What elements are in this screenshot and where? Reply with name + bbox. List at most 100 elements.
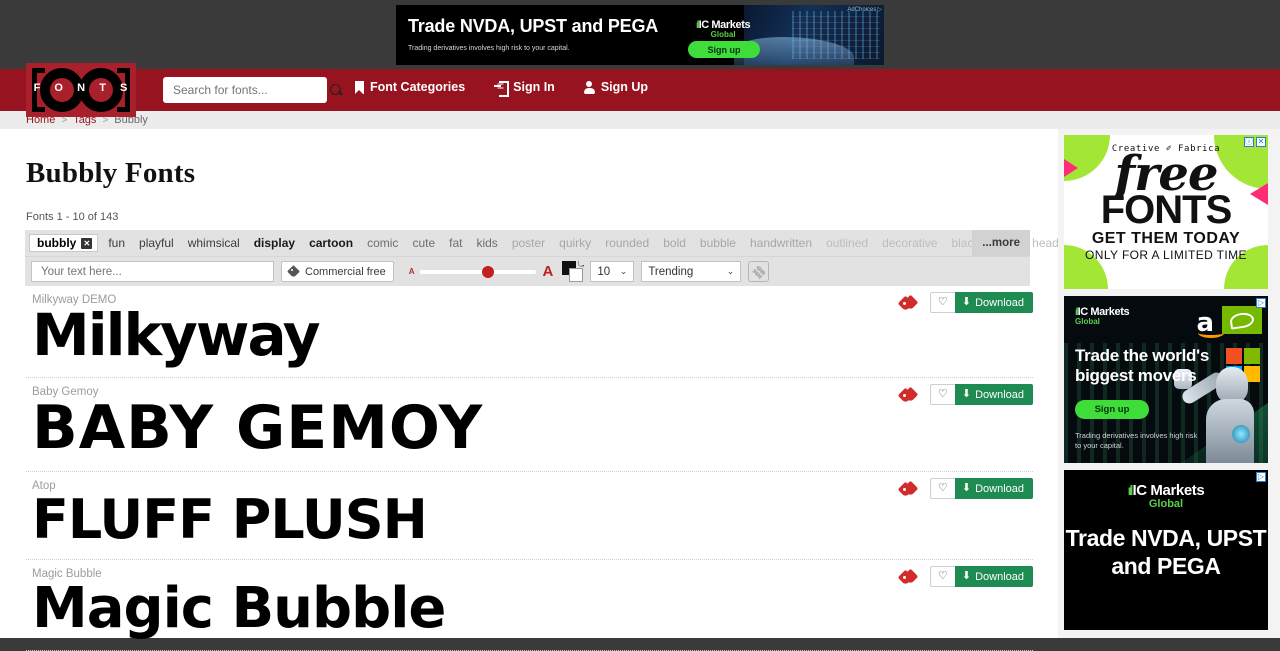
download-button[interactable]: ⬇ Download: [954, 478, 1033, 500]
ad-signup-button[interactable]: Sign up: [1075, 400, 1149, 419]
tag-comic[interactable]: comic: [360, 234, 405, 252]
chevron-down-icon: ⌄: [619, 266, 628, 276]
ad-close-icon[interactable]: ✕: [1256, 137, 1266, 147]
main-content: Bubbly Fonts Fonts 1 - 10 of 143 bubbly …: [0, 129, 1078, 651]
adchoices-badge[interactable]: ▷: [1256, 298, 1266, 308]
font-sample-preview[interactable]: Magic Bubble: [26, 580, 1033, 649]
tag-bubble[interactable]: bubble: [693, 234, 743, 252]
tag-poster[interactable]: poster: [505, 234, 552, 252]
tag-outlined[interactable]: outlined: [819, 234, 875, 252]
per-page-value: 10: [597, 265, 611, 278]
ad-line-limited: ONLY FOR A LIMITED TIME: [1085, 247, 1247, 262]
top-ad-image: [734, 5, 884, 65]
commercial-free-filter[interactable]: Commercial free: [281, 261, 394, 282]
tag-active-bubbly[interactable]: bubbly ✕: [29, 234, 99, 252]
tag-display[interactable]: display: [247, 234, 302, 252]
font-sample-preview[interactable]: Milkyway: [26, 306, 1033, 377]
bookmark-icon: [355, 80, 364, 94]
price-tag-icon: [897, 386, 919, 403]
tag-bold[interactable]: bold: [656, 234, 693, 252]
tag-playful[interactable]: playful: [132, 234, 181, 252]
background-color-swatch[interactable]: [569, 268, 584, 282]
top-ad-disclaimer: Trading derivatives involves high risk t…: [408, 45, 570, 52]
favorite-button[interactable]: ♡: [929, 384, 955, 406]
nav-sign-in[interactable]: Sign In: [494, 80, 555, 97]
page-title: Bubbly Fonts: [26, 157, 196, 189]
tag-whimsical[interactable]: whimsical: [181, 234, 247, 252]
icmarkets-bottom-ad[interactable]: ▷ ılIC Markets Global Trade NVDA, UPST a…: [1064, 470, 1268, 630]
adchoices-badge[interactable]: AdChoices ▷: [847, 6, 882, 14]
download-button[interactable]: ⬇ Download: [954, 384, 1033, 406]
icmarkets-square-ad[interactable]: ▷ ılIC Markets Global a Trade the world'…: [1064, 296, 1268, 463]
nav-font-categories[interactable]: Font Categories: [355, 80, 465, 94]
download-button[interactable]: ⬇ Download: [954, 292, 1033, 313]
download-label: Download: [975, 296, 1024, 309]
tag-fat[interactable]: fat: [442, 234, 469, 252]
per-page-select[interactable]: 10 ⌄: [590, 261, 635, 282]
icmarkets-bars-icon: ıl: [696, 20, 699, 31]
download-label: Download: [975, 388, 1024, 401]
creative-fabrica-ad[interactable]: ⓘ ✕ Creative ✐ Fabrica free FONTS GET TH…: [1064, 135, 1268, 289]
font-row: Milkyway DEMO Milkyway ♡ ⬇ Download: [26, 286, 1033, 379]
tag-rounded[interactable]: rounded: [598, 234, 656, 252]
amazon-logo-icon: a: [1196, 308, 1224, 338]
swap-colors-icon[interactable]: ⤿: [578, 260, 585, 270]
tag-cartoon[interactable]: cartoon: [302, 234, 360, 252]
font-row-actions: ♡ ⬇ Download: [897, 292, 1033, 313]
custom-text-field[interactable]: [31, 261, 274, 282]
preview-controls-bar: Commercial free A A ⤿ 10 ⌄ Trending ⌄: [25, 256, 1030, 286]
site-header: F O N T S Font Categories Sign In Sign U…: [0, 63, 1280, 117]
logo-letter: N: [77, 82, 87, 94]
nav-label: Font Categories: [370, 80, 466, 94]
top-ad-headline: Trade NVDA, UPST and PEGA: [408, 16, 659, 36]
font-size-slider[interactable]: [420, 265, 537, 278]
site-logo[interactable]: F O N T S: [26, 63, 136, 117]
download-button[interactable]: ⬇ Download: [954, 566, 1033, 588]
favorite-button[interactable]: ♡: [929, 566, 955, 588]
tags-more-button[interactable]: ...more: [972, 230, 1030, 256]
font-name[interactable]: Magic Bubble: [26, 560, 1033, 580]
nav-sign-up[interactable]: Sign Up: [583, 80, 649, 94]
font-name[interactable]: Atop: [26, 472, 1033, 492]
logo-letter: T: [99, 82, 107, 94]
favorite-button[interactable]: ♡: [929, 292, 955, 313]
chevron-down-icon: ⌄: [726, 266, 735, 276]
tag-decorative[interactable]: decorative: [875, 234, 944, 252]
search-icon[interactable]: [330, 83, 343, 97]
heart-icon: ♡: [937, 482, 948, 495]
tag-quirky[interactable]: quirky: [552, 234, 598, 252]
search-box[interactable]: [163, 77, 341, 103]
page-body: Bubbly Fonts Fonts 1 - 10 of 143 bubbly …: [0, 129, 1280, 651]
font-row: Baby Gemoy BABY GEMOY ♡ ⬇ Download: [26, 378, 1033, 473]
favorite-button[interactable]: ♡: [929, 478, 955, 500]
sort-select[interactable]: Trending ⌄: [641, 261, 742, 282]
ad-headline: Trade the world's biggest movers: [1075, 346, 1210, 385]
font-name[interactable]: Baby Gemoy: [26, 378, 1033, 398]
tag-fun[interactable]: fun: [101, 234, 132, 252]
tag-label: bubbly: [37, 236, 77, 250]
top-ad-signup-button[interactable]: Sign up: [688, 41, 760, 58]
top-banner-ad[interactable]: Trade NVDA, UPST and PEGA Trading deriva…: [396, 5, 884, 65]
font-name[interactable]: Milkyway DEMO: [26, 286, 1033, 306]
tag-handwritten[interactable]: handwritten: [743, 234, 819, 252]
font-sample-preview[interactable]: BABY GEMOY: [26, 398, 1033, 471]
adchoices-badge[interactable]: ▷: [1256, 472, 1266, 482]
custom-text-input[interactable]: [39, 264, 266, 279]
top-ad-brand-sub: Global: [710, 30, 736, 39]
logo-letter: S: [120, 82, 129, 94]
nav-label: Sign Up: [600, 80, 649, 94]
search-input[interactable]: [171, 82, 330, 98]
font-size-slider-group[interactable]: A A: [409, 263, 554, 280]
ad-info-icon[interactable]: ⓘ: [1244, 137, 1254, 147]
sign-in-icon: [494, 81, 510, 97]
color-swatch-picker[interactable]: ⤿: [562, 260, 585, 282]
font-sample-preview[interactable]: FLUFF PLUSH: [26, 492, 1033, 559]
tag-kids[interactable]: kids: [469, 234, 504, 252]
sidebar-ads: ⓘ ✕ Creative ✐ Fabrica free FONTS GET TH…: [1058, 129, 1280, 638]
tag-cute[interactable]: cute: [405, 234, 442, 252]
slider-thumb[interactable]: [481, 265, 494, 278]
download-arrow-icon: ⬇: [961, 388, 972, 401]
permalink-button[interactable]: ⛓: [748, 261, 770, 282]
ad-controls[interactable]: ⓘ ✕: [1244, 137, 1266, 147]
tag-remove-icon[interactable]: ✕: [81, 237, 93, 249]
